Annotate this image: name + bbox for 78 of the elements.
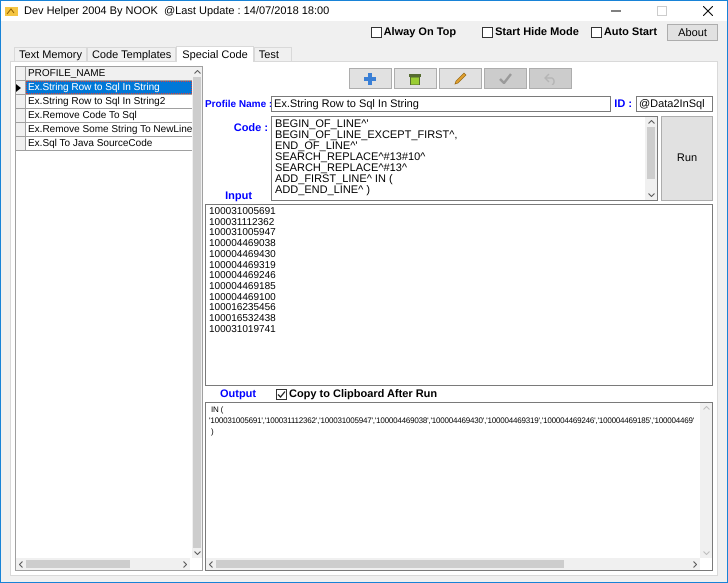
scroll-thumb[interactable]	[193, 77, 202, 548]
text-line: IN (	[210, 404, 224, 415]
code-line: ADD_END_LINE^ )	[275, 185, 370, 196]
text-line: 100031005947	[209, 228, 277, 239]
trash-icon	[409, 72, 421, 84]
scroll-thumb[interactable]	[216, 560, 564, 568]
code-line: BEGIN_OF_LINE^'	[275, 119, 370, 130]
text-line: 100004469185	[209, 282, 277, 293]
profile-name-field[interactable]: Ex.String Row to Sql In String	[271, 96, 611, 112]
scroll-down-icon[interactable]	[194, 551, 201, 555]
tab[interactable]: Special Code	[176, 46, 254, 62]
code-line: SEARCH_REPLACE^#13^	[275, 163, 407, 174]
row-header[interactable]	[16, 81, 26, 94]
output-textarea[interactable]: IN ( '100031005691','100031112362','100031005947','100004469038','100004469430','100004469319','100004469246','100004469185','100004469' )	[205, 402, 713, 571]
checkbox-label[interactable]: Auto Start	[604, 24, 657, 41]
scroll-left-icon[interactable]	[209, 560, 213, 568]
code-line: SEARCH_REPLACE^#13#10^	[275, 152, 426, 163]
edit-button[interactable]	[438, 68, 482, 89]
section-label: Output	[220, 386, 258, 402]
text-line: 100031005691	[209, 207, 277, 218]
scroll-right-icon[interactable]	[693, 560, 697, 568]
text-line: 100016235456	[209, 303, 277, 314]
add-button[interactable]	[348, 68, 392, 89]
about-button[interactable]: About	[667, 24, 718, 41]
section-label: Input	[225, 188, 252, 204]
tab[interactable]: Code Templates	[86, 47, 176, 61]
id-field[interactable]: @Data2InSql	[636, 96, 713, 112]
vertical-scrollbar[interactable]	[645, 117, 657, 200]
text-line: )	[210, 426, 214, 437]
window-title: Dev Helper 2004 By NOOK @Last Update : 14/07/2018 18:00	[24, 4, 330, 19]
checkbox-label[interactable]: Copy to Clipboard After Run	[289, 386, 438, 402]
tab[interactable]: Test	[254, 47, 292, 61]
scroll-up-icon[interactable]	[648, 120, 654, 124]
code-editor[interactable]: BEGIN_OF_LINE^' BEGIN_OF_LINE_EXCEPT_FIRST^, END_OF_LINE^' SEARCH_REPLACE^#13#10^ SEARCH_REPLACE^#13^ ADD_FIRST_LINE^ IN ( ADD_END_LINE^ )	[271, 116, 658, 201]
app-icon	[5, 5, 18, 17]
vertical-scrollbar[interactable]	[192, 67, 202, 558]
text-line: 100004469100	[209, 292, 277, 303]
code-line: BEGIN_OF_LINE_EXCEPT_FIRST^,	[275, 130, 458, 141]
checkbox-label[interactable]: Alway On Top	[384, 24, 456, 41]
plus-icon	[364, 72, 376, 84]
code-line: END_OF_LINE^'	[275, 141, 358, 152]
tab[interactable]: Text Memory	[14, 47, 87, 61]
text-line: 100004469430	[209, 250, 277, 261]
option-checkbox[interactable]	[482, 27, 494, 38]
checkbox-label[interactable]: Start Hide Mode	[495, 24, 579, 41]
horizontal-scrollbar[interactable]	[206, 558, 700, 570]
horizontal-scrollbar[interactable]	[16, 558, 190, 570]
code-line: ADD_FIRST_LINE^ IN (	[275, 174, 393, 185]
profile-row[interactable]: Ex.Remove Some String To NewLine	[26, 123, 192, 136]
scroll-right-icon[interactable]	[183, 560, 187, 568]
text-line: 100031112362	[209, 218, 276, 228]
column-header[interactable]: PROFILE_NAME	[26, 67, 192, 80]
delete-button[interactable]	[394, 68, 436, 89]
text-line: 100016532438	[209, 314, 277, 325]
text-line: 100031019741	[209, 324, 277, 336]
scroll-down-icon[interactable]	[648, 193, 654, 197]
run-button[interactable]: Run	[661, 116, 713, 201]
scroll-left-icon[interactable]	[19, 560, 23, 568]
pencil-icon	[454, 72, 466, 85]
scroll-up-icon[interactable]	[194, 70, 201, 74]
scroll-thumb[interactable]	[647, 127, 655, 179]
close-icon[interactable]	[703, 6, 713, 16]
field-label: ID :	[613, 96, 633, 112]
copy-checkbox[interactable]	[276, 388, 287, 400]
text-line: '100031005691','100031112362','100031005947','100004469038','100004469430','100004469319','100004469246','100004469185','100004469'	[209, 415, 694, 426]
option-checkbox[interactable]	[590, 27, 602, 38]
checkmark-icon	[498, 73, 512, 84]
text-line: 100004469038	[209, 239, 277, 250]
scroll-thumb[interactable]	[26, 560, 130, 568]
input-textarea[interactable]: 100031005691 100031112362 100031005947 100004469038 100004469430 100004469319 100004469246 100004469185 100004469100 100016235456 100016532438 100031019741	[205, 204, 713, 386]
current-row-icon	[16, 84, 21, 92]
option-checkbox[interactable]	[370, 27, 382, 38]
profile-row[interactable]: Ex.String Row to Sql In String	[26, 81, 192, 94]
maximize-icon	[657, 6, 667, 16]
field-label: Code :	[234, 121, 268, 136]
text-line: 100004469319	[209, 260, 277, 271]
field-label: Profile Name :	[205, 98, 271, 112]
text-line: 100004469246	[209, 271, 277, 282]
